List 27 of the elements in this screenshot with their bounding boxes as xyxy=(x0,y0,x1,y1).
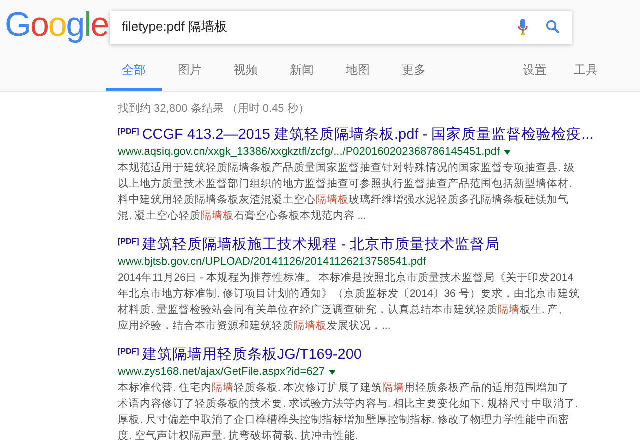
result-url: www.bjtsb.gov.cn/UPLOAD/20141126/20141126213758541.pdf xyxy=(118,254,426,270)
result-title-link[interactable]: 建筑隔墙用轻质条板JG/T169-200 xyxy=(142,346,362,364)
search-input[interactable]: filetype:pdf 隔墙板 xyxy=(122,17,518,37)
search-icon[interactable] xyxy=(546,20,560,34)
pdf-label: [PDF] xyxy=(118,236,140,248)
toolbar-link[interactable]: 设置 xyxy=(523,61,547,91)
nav-tab[interactable]: 图片 xyxy=(162,61,218,91)
search-field[interactable]: filetype:pdf 隔墙板 xyxy=(110,10,572,44)
dropdown-caret-icon[interactable] xyxy=(328,370,336,374)
microphone-icon[interactable] xyxy=(518,19,528,35)
result-url: www.aqsiq.gov.cn/xxgk_13386/xxgkztfl/zcfg/.../P020160202368786145451.pdf xyxy=(118,144,500,160)
result-snippet: 本标准代替. 住宅内隔墙轻质条板. 本次修订扩展了建筑隔墙用轻质条板产品的适用范围增加了术语内容修订了轻质条板的技术要. 求试验方法等内容与. 相比主要变化如下. 规格尺寸中取消了. 厚板. 尺寸偏差中取消了企口榫槽榫头控制指标增加壁厚控制指标. 修改了物理力学性能中面密度. 空气声计权隔声量. 抗弯破坏荷载. 抗冲击性能. xyxy=(118,380,580,440)
pdf-label: [PDF] xyxy=(118,126,140,138)
nav-tab[interactable]: 视频 xyxy=(218,61,274,91)
result-snippet: 本规范适用于建筑轻质隔墙条板产品质量国家监督抽查针对特殊情况的国家监督专项抽查县. 级以上地方质量技术监督部门组织的地方监督抽查可参照执行监督抽查产品范围包括新型墙体材. 料中建筑用轻质隔墙条板灰渣混凝土空心隔墙板玻璃纤维增强水泥轻质多孔隔墙条板硅镁加气混. 凝土空心轻质隔墙板石膏空心条板本规范内容 ... xyxy=(118,160,576,224)
toolbar-link[interactable]: 工具 xyxy=(574,61,598,91)
result-snippet: 2014年11月26日 - 本规程为推荐性标准。 本标准是按照北京市质量技术监督局《关于印发2014 年北京市地方标准制. 修订项目计划的通知》（京质监标发〔2014〕36 号）要求，由北京市建筑材料质. 量监督检验站会同有关单位在经广泛调查研究，认真总结本市建筑轻质隔墙板生. 产、应用经验，结合本市资源和建筑轻质隔墙板发展状况，... xyxy=(118,270,580,334)
result-title-link[interactable]: CCGF 413.2—2015 建筑轻质隔墙条板.pdf - 国家质量监督检验检疫... xyxy=(142,126,594,144)
pdf-label: [PDF] xyxy=(118,346,140,358)
result-stats: 找到约 32,800 条结果 （用时 0.45 秒） xyxy=(118,102,310,117)
result-title-link[interactable]: 建筑轻质隔墙板施工技术规程 - 北京市质量技术监督局 xyxy=(142,236,500,254)
nav-tab[interactable]: 全部 xyxy=(106,61,162,91)
dropdown-caret-icon[interactable] xyxy=(504,150,512,154)
nav-tab[interactable]: 地图 xyxy=(330,61,386,91)
nav-tab[interactable]: 更多 xyxy=(386,61,442,91)
nav-tab[interactable]: 新闻 xyxy=(274,61,330,91)
result-url: www.zys168.net/ajax/GetFile.aspx?id=627 xyxy=(118,364,325,380)
